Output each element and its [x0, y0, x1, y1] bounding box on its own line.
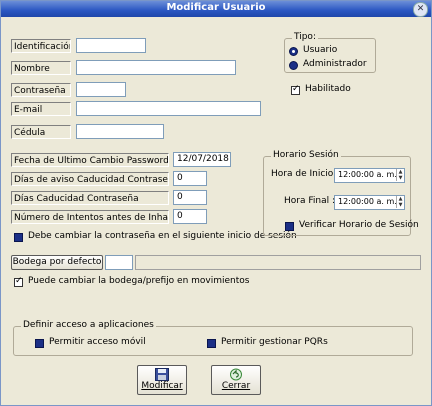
hora-final-value: 12:00:00 a. m. [338, 197, 397, 206]
tipo-legend: Tipo: [292, 32, 318, 42]
habilitado-checkbox[interactable] [291, 84, 300, 95]
window-title: Modificar Usuario [166, 2, 266, 13]
bodega-code-input[interactable] [105, 255, 133, 270]
dias-aviso-input[interactable]: 0 [173, 171, 207, 186]
dias-aviso-label: Días de aviso Caducidad Contraseña [11, 172, 169, 186]
permitir-pqrs-checkbox[interactable] [207, 339, 216, 348]
modificar-usuario-window: Modificar Usuario ✕ Identificación Nombr… [0, 0, 432, 406]
hora-inicio-spinner-icon[interactable]: ▲ ▼ [396, 169, 404, 181]
bodega-name-field [135, 255, 421, 270]
identificacion-label: Identificación [11, 39, 71, 53]
habilitado-label: Habilitado [305, 84, 351, 94]
verificar-horario-checkbox[interactable] [285, 222, 294, 231]
email-label: E-mail [11, 102, 71, 116]
fecha-cambio-input[interactable]: 12/07/2018 [173, 152, 231, 167]
puede-cambiar-checkbox[interactable] [14, 276, 23, 287]
fecha-cambio-label: Fecha de Ultimo Cambio Password [11, 153, 169, 167]
hora-final-input[interactable]: 12:00:00 a. m. ▲ ▼ [334, 195, 405, 210]
identificacion-input[interactable] [76, 38, 146, 53]
hora-inicio-label: Hora de Inicio : [271, 169, 340, 179]
bodega-por-defecto-button[interactable]: Bodega por defecto [11, 255, 103, 270]
radio-usuario[interactable] [289, 47, 298, 56]
contrasena-label: Contraseña [11, 83, 71, 97]
debe-cambiar-checkbox[interactable] [14, 233, 23, 242]
nombre-label: Nombre [11, 61, 71, 75]
hora-final-spinner-icon[interactable]: ▲ ▼ [396, 196, 404, 208]
hora-inicio-value: 12:00:00 a. m. [338, 170, 397, 179]
verificar-horario-label: Verificar Horario de Sesión [299, 220, 419, 230]
title-bar: Modificar Usuario ✕ [1, 1, 431, 17]
dias-caducidad-input[interactable]: 0 [173, 190, 207, 205]
contrasena-input[interactable] [76, 82, 126, 97]
radio-administrador[interactable] [289, 61, 298, 70]
save-icon [155, 368, 169, 381]
cerrar-label: Cerrar [221, 381, 251, 391]
debe-cambiar-label: Debe cambiar la contraseña en el siguien… [28, 231, 297, 241]
acceso-legend: Definir acceso a aplicaciones [21, 320, 156, 330]
close-icon[interactable]: ✕ [413, 2, 428, 17]
num-intentos-label: Número de Intentos antes de Inhabilitar [11, 210, 169, 224]
hora-inicio-input[interactable]: 12:00:00 a. m. ▲ ▼ [334, 168, 405, 183]
undo-icon [230, 368, 242, 381]
permitir-movil-label: Permitir acceso móvil [49, 337, 146, 347]
horario-legend: Horario Sesión [271, 150, 341, 160]
radio-administrador-label: Administrador [303, 59, 367, 69]
permitir-movil-checkbox[interactable] [35, 339, 44, 348]
permitir-pqrs-label: Permitir gestionar PQRs [221, 337, 328, 347]
cerrar-button[interactable]: Cerrar [211, 365, 261, 395]
cedula-input[interactable] [76, 124, 164, 139]
modificar-button[interactable]: Modificar [137, 365, 187, 395]
email-input[interactable] [76, 101, 261, 116]
modificar-label: Modificar [141, 381, 183, 391]
radio-usuario-label: Usuario [303, 45, 338, 55]
puede-cambiar-label: Puede cambiar la bodega/prefijo en movim… [28, 276, 250, 286]
nombre-input[interactable] [76, 60, 236, 75]
dias-caducidad-label: Días Caducidad Contraseña [11, 191, 169, 205]
num-intentos-input[interactable]: 0 [173, 209, 207, 224]
cedula-label: Cédula [11, 125, 71, 139]
hora-final-label: Hora Final : [284, 196, 335, 206]
